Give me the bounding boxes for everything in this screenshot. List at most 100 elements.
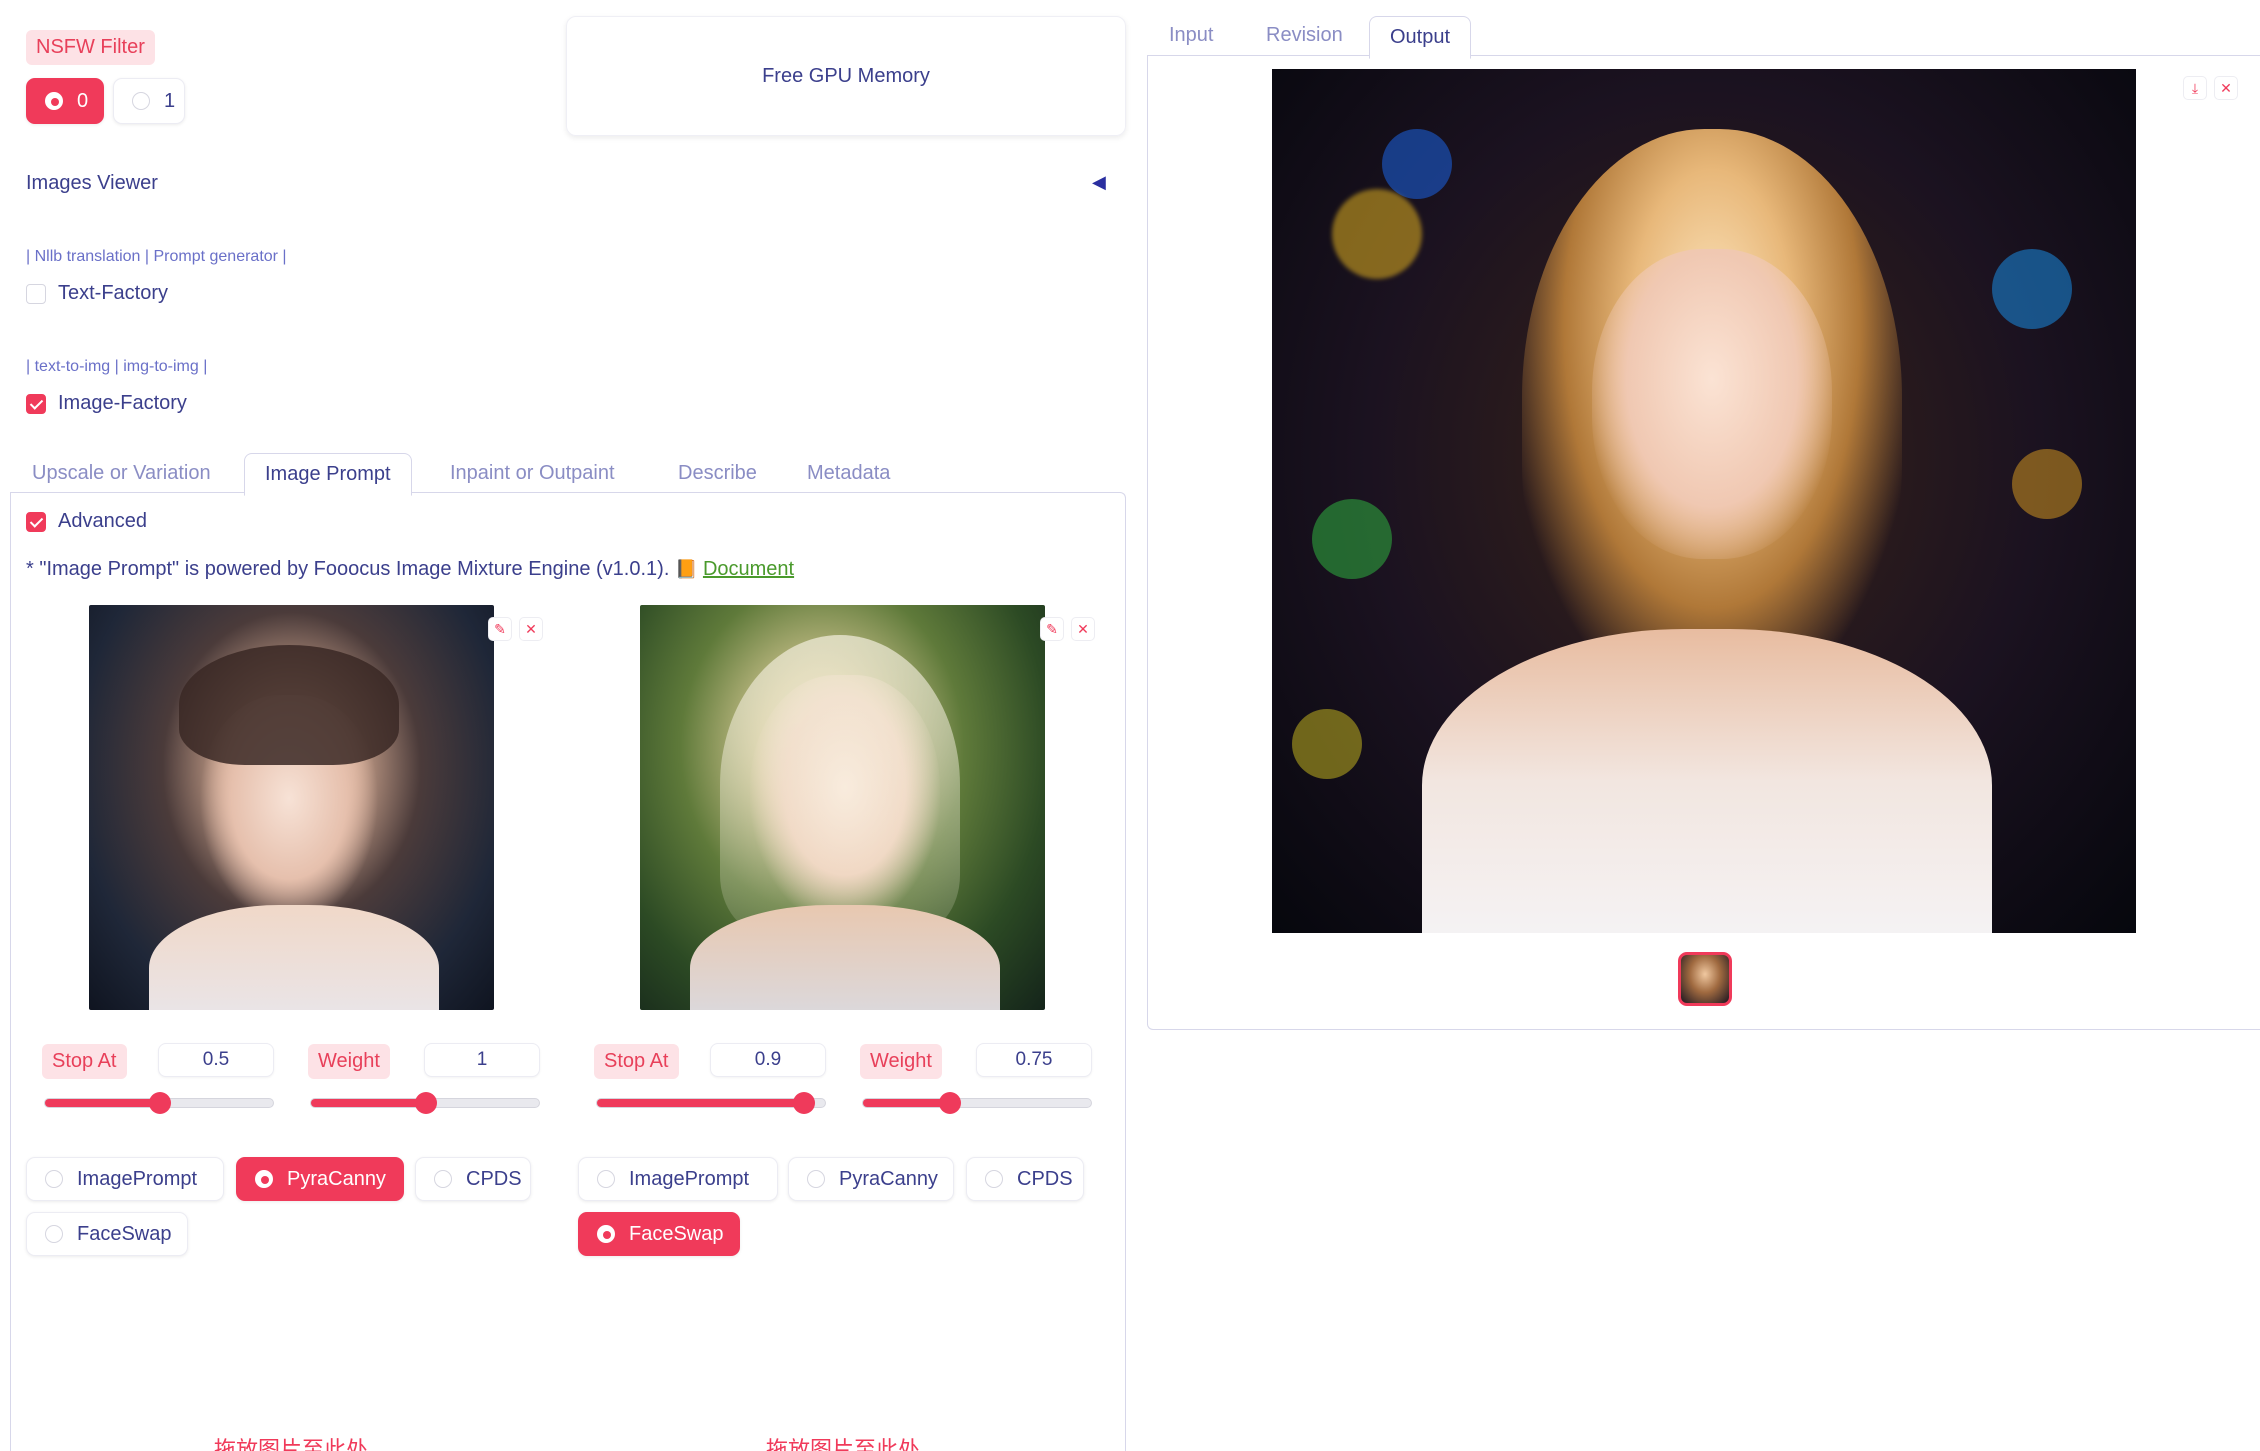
radio-dot xyxy=(597,1225,615,1243)
slider-thumb[interactable] xyxy=(149,1092,171,1114)
slider-fill xyxy=(597,1099,803,1107)
radio-dot xyxy=(255,1170,273,1188)
slot-2-type-faceswap[interactable]: FaceSwap xyxy=(578,1212,740,1256)
bokeh-light xyxy=(1382,129,1452,199)
radio-dot xyxy=(45,92,63,110)
download-icon: ⤓ xyxy=(2191,79,2199,96)
portrait-hair xyxy=(179,645,399,765)
clear-image-2-button[interactable]: ✕ xyxy=(1071,617,1095,641)
bokeh-light xyxy=(2012,449,2082,519)
stop-at-slider[interactable] xyxy=(44,1092,274,1114)
image-prompt-2-image[interactable] xyxy=(640,605,1045,1010)
stop-at-input[interactable]: 0.5 xyxy=(158,1043,274,1077)
tab-inpaint-or-outpaint[interactable]: Inpaint or Outpaint xyxy=(450,462,615,485)
portrait-hair xyxy=(720,635,960,935)
radio-dot xyxy=(45,1225,63,1243)
advanced-label: Advanced xyxy=(58,510,147,532)
option-label: CPDS xyxy=(1017,1167,1073,1190)
tab-describe[interactable]: Describe xyxy=(678,462,757,485)
slot-2-controls: Stop At 0.9 Weight 0.75 xyxy=(582,1030,1102,1136)
tab-metadata[interactable]: Metadata xyxy=(807,462,890,485)
slider-fill xyxy=(863,1099,949,1107)
close-icon: ✕ xyxy=(1077,620,1089,637)
clear-output-button[interactable]: ✕ xyxy=(2214,76,2238,100)
image-factory-label: Image-Factory xyxy=(58,392,187,414)
slot-1-type-imageprompt[interactable]: ImagePrompt xyxy=(26,1157,224,1201)
clear-image-1-button[interactable]: ✕ xyxy=(519,617,543,641)
image-prompt-1-image[interactable] xyxy=(89,605,494,1010)
option-label: CPDS xyxy=(466,1167,522,1190)
collapse-arrow-icon[interactable]: ◀ xyxy=(1092,172,1106,193)
slot-1-type-faceswap[interactable]: FaceSwap xyxy=(26,1212,188,1256)
radio-dot xyxy=(985,1170,1003,1188)
text-factory-label: Text-Factory xyxy=(58,282,169,304)
note-text: * "Image Prompt" is powered by Fooocus I… xyxy=(26,558,670,580)
stop-at-label: Stop At xyxy=(42,1044,127,1079)
close-icon: ✕ xyxy=(2220,79,2232,96)
radio-dot xyxy=(45,1170,63,1188)
free-gpu-memory-button[interactable]: Free GPU Memory xyxy=(566,16,1126,136)
radio-dot xyxy=(597,1170,615,1188)
image-factory-checkbox[interactable] xyxy=(26,393,46,414)
nsfw-option-label: 0 xyxy=(77,89,89,112)
slider-fill xyxy=(45,1099,159,1107)
edit-image-2-button[interactable]: ✎ xyxy=(1040,617,1064,641)
weight-slider[interactable] xyxy=(310,1092,540,1114)
drop-hint-2: 拖放图片至此处 xyxy=(766,1437,921,1451)
bokeh-light xyxy=(1332,189,1422,279)
image-factory-note: | text-to-img | img-to-img | xyxy=(26,358,208,375)
bokeh-light xyxy=(1992,249,2072,329)
slot-1-type-pyracanny[interactable]: PyraCanny xyxy=(236,1157,404,1201)
slider-thumb[interactable] xyxy=(939,1092,961,1114)
stop-at-input[interactable]: 0.9 xyxy=(710,1043,826,1077)
edit-image-1-button[interactable]: ✎ xyxy=(488,617,512,641)
weight-label: Weight xyxy=(860,1044,942,1079)
tab-output[interactable]: Output xyxy=(1369,16,1472,59)
tab-upscale-or-variation[interactable]: Upscale or Variation xyxy=(32,462,211,485)
portrait-shoulders xyxy=(690,905,1000,1010)
advanced-checkbox-row[interactable]: Advanced xyxy=(26,510,147,533)
close-icon: ✕ xyxy=(525,620,537,637)
stop-at-slider[interactable] xyxy=(596,1092,826,1114)
tab-input[interactable]: Input xyxy=(1169,24,1213,47)
radio-dot xyxy=(807,1170,825,1188)
output-thumbnail[interactable] xyxy=(1678,952,1732,1006)
tab-revision[interactable]: Revision xyxy=(1266,24,1343,47)
pencil-icon: ✎ xyxy=(494,620,506,637)
slot-2-type-cpds[interactable]: CPDS xyxy=(966,1157,1084,1201)
weight-label: Weight xyxy=(308,1044,390,1079)
stop-at-label: Stop At xyxy=(594,1044,679,1079)
image-factory-checkbox-row[interactable]: Image-Factory xyxy=(26,392,187,415)
bokeh-light xyxy=(1312,499,1392,579)
slider-thumb[interactable] xyxy=(415,1092,437,1114)
advanced-checkbox[interactable] xyxy=(26,511,46,532)
slot-1-type-cpds[interactable]: CPDS xyxy=(415,1157,531,1201)
drop-hint-1: 拖放图片至此处 xyxy=(214,1437,369,1451)
images-viewer-label: Images Viewer xyxy=(26,172,158,194)
text-factory-checkbox-row[interactable]: Text-Factory xyxy=(26,282,168,305)
nsfw-option-label: 1 xyxy=(164,89,176,112)
nsfw-option-1[interactable]: 1 xyxy=(113,78,185,124)
slot-2-type-pyracanny[interactable]: PyraCanny xyxy=(788,1157,954,1201)
slot-1-controls: Stop At 0.5 Weight 1 xyxy=(30,1030,550,1136)
output-image[interactable] xyxy=(1272,69,2136,933)
slider-thumb[interactable] xyxy=(793,1092,815,1114)
slot-2-type-imageprompt[interactable]: ImagePrompt xyxy=(578,1157,778,1201)
portrait-face xyxy=(1592,249,1832,559)
document-link[interactable]: Document xyxy=(703,558,794,580)
tab-image-prompt[interactable]: Image Prompt xyxy=(244,453,412,496)
slider-fill xyxy=(311,1099,425,1107)
download-button[interactable]: ⤓ xyxy=(2183,76,2207,100)
image-prompt-note: * "Image Prompt" is powered by Fooocus I… xyxy=(26,558,794,581)
option-label: ImagePrompt xyxy=(77,1167,198,1190)
option-label: FaceSwap xyxy=(77,1222,172,1245)
weight-slider[interactable] xyxy=(862,1092,1092,1114)
option-label: FaceSwap xyxy=(629,1222,724,1245)
option-label: ImagePrompt xyxy=(629,1167,750,1190)
nsfw-option-0[interactable]: 0 xyxy=(26,78,104,124)
weight-input[interactable]: 1 xyxy=(424,1043,540,1077)
portrait-shoulders xyxy=(1422,629,1992,933)
radio-dot xyxy=(434,1170,452,1188)
text-factory-checkbox[interactable] xyxy=(26,283,46,304)
weight-input[interactable]: 0.75 xyxy=(976,1043,1092,1077)
